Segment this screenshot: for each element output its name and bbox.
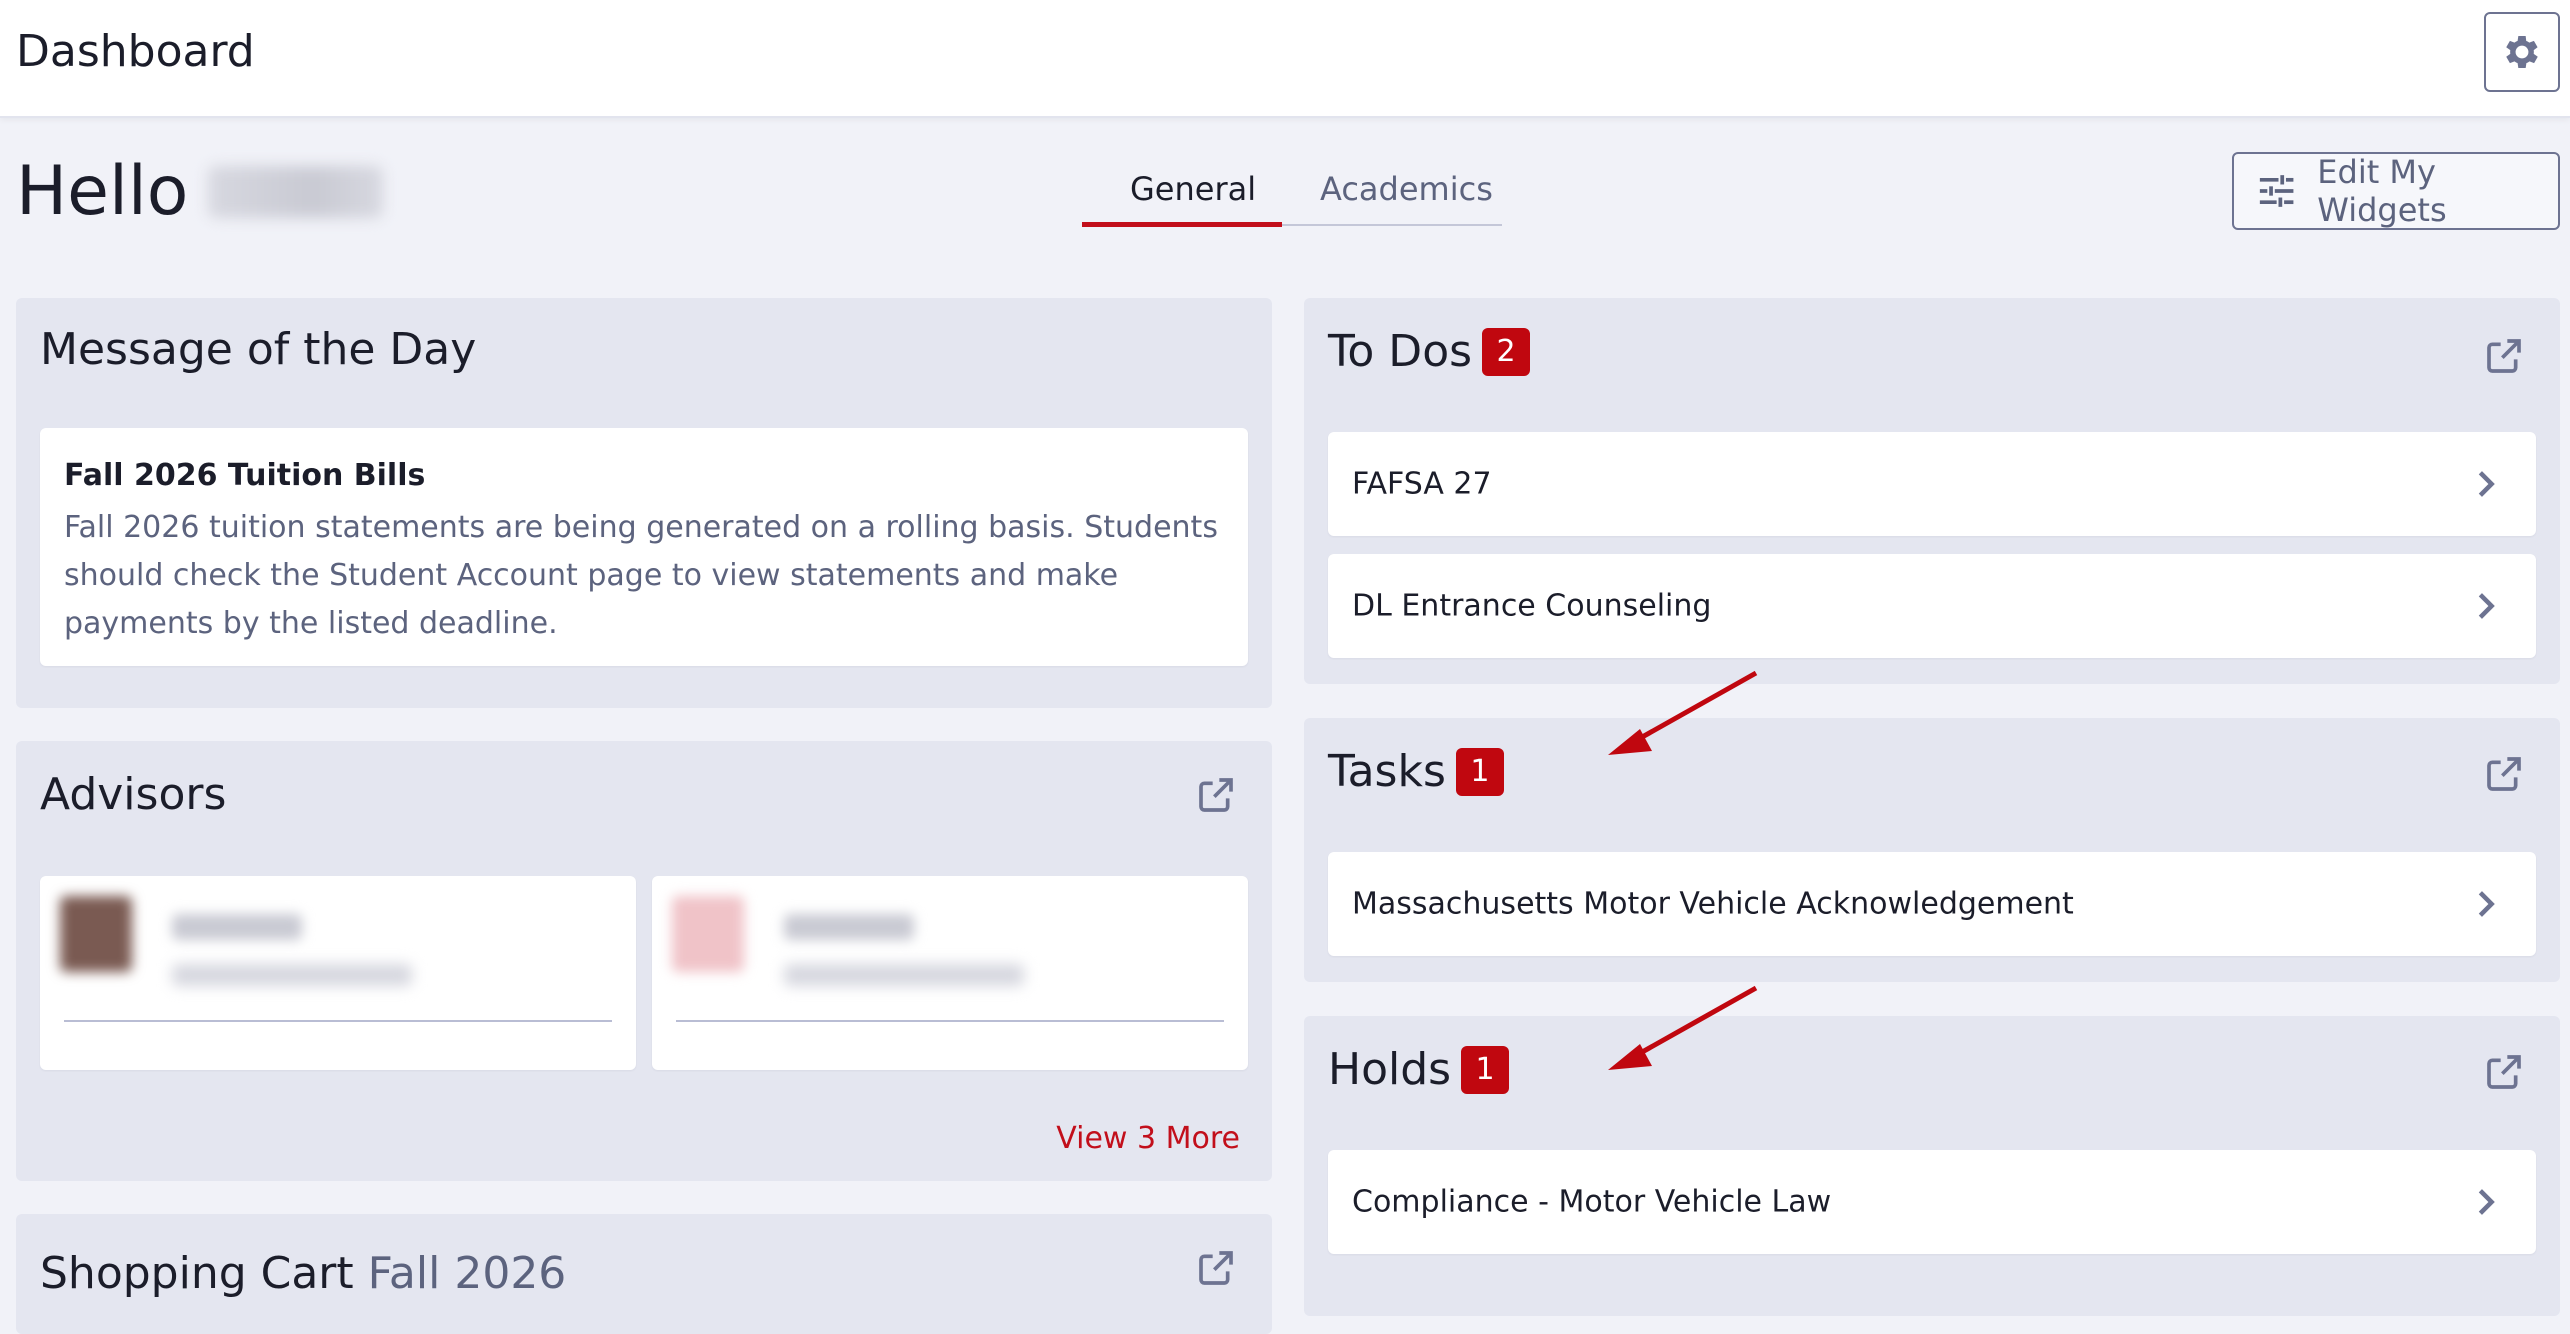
advisor-avatar	[60, 896, 132, 972]
tasks-heading: Tasks 1	[1328, 746, 1504, 797]
shopping-cart-term: Fall 2026	[367, 1248, 567, 1299]
view-more-advisors-link[interactable]: View 3 More	[1056, 1121, 1240, 1156]
advisor-role-redacted	[784, 964, 1024, 986]
tasks-panel: Tasks 1 Massachusetts Motor Vehicle Ackn…	[1304, 718, 2560, 982]
top-header: Dashboard	[0, 0, 2570, 118]
greeting-hello: Hello	[16, 152, 189, 231]
todos-heading: To Dos 2	[1328, 326, 1531, 377]
advisors-panel: Advisors View 3 More	[16, 741, 1272, 1181]
holds-heading: Holds 1	[1328, 1044, 1510, 1095]
annotation-arrow	[1608, 670, 1758, 755]
gear-icon	[2506, 36, 2538, 68]
tasks-count-badge: 1	[1455, 747, 1504, 796]
holds-count-badge: 1	[1461, 1045, 1510, 1094]
motd-item-body: Fall 2026 tuition statements are being g…	[64, 510, 1218, 641]
advisor-role-redacted	[172, 964, 412, 986]
page-title: Dashboard	[16, 26, 255, 77]
settings-button[interactable]	[2484, 12, 2560, 92]
todo-item[interactable]: FAFSA 27	[1328, 432, 2536, 536]
todos-panel: To Dos 2 FAFSA 27 DL Entrance Counseling	[1304, 298, 2560, 684]
shopping-cart-heading: Shopping Cart Fall 2026	[40, 1248, 566, 1299]
external-link-icon[interactable]	[1196, 775, 1236, 815]
tab-academics[interactable]: Academics	[1320, 170, 1493, 208]
edit-widgets-button[interactable]: Edit My Widgets	[2232, 152, 2560, 230]
advisor-divider	[64, 1020, 612, 1022]
todo-item-label: FAFSA 27	[1352, 466, 1492, 502]
advisor-name-redacted	[784, 914, 914, 940]
sliders-icon	[2259, 175, 2294, 207]
advisor-card[interactable]	[652, 876, 1248, 1070]
external-link-icon[interactable]	[2484, 754, 2524, 794]
tasks-heading-text: Tasks	[1328, 746, 1446, 797]
hold-item-label: Compliance - Motor Vehicle Law	[1352, 1184, 1832, 1220]
annotation-arrow	[1608, 985, 1758, 1070]
motd-heading-text: Message of the Day	[40, 324, 477, 375]
todos-heading-text: To Dos	[1328, 326, 1473, 377]
motd-heading: Message of the Day	[40, 324, 476, 375]
motd-card: Fall 2026 Tuition Bills Fall 2026 tuitio…	[40, 428, 1248, 666]
external-link-icon[interactable]	[1196, 1248, 1236, 1288]
active-tab-indicator	[1082, 222, 1282, 227]
external-link-icon[interactable]	[2484, 1052, 2524, 1092]
message-of-the-day-panel: Message of the Day Fall 2026 Tuition Bil…	[16, 298, 1272, 708]
shopping-cart-panel: Shopping Cart Fall 2026	[16, 1214, 1272, 1334]
greeting: Hello	[16, 152, 384, 231]
chevron-right-icon	[2478, 593, 2495, 619]
dashboard-tabs: General Academics	[1082, 150, 1502, 227]
advisor-avatar	[672, 896, 744, 972]
advisors-heading-text: Advisors	[40, 769, 227, 820]
shopping-cart-heading-text: Shopping Cart	[40, 1248, 354, 1299]
edit-widgets-label: Edit My Widgets	[2317, 153, 2447, 229]
todo-item-label: DL Entrance Counseling	[1352, 588, 1712, 624]
chevron-right-icon	[2478, 891, 2495, 917]
advisor-divider	[676, 1020, 1224, 1022]
external-link-icon[interactable]	[2484, 336, 2524, 376]
task-item[interactable]: Massachusetts Motor Vehicle Acknowledgem…	[1328, 852, 2536, 956]
hold-item[interactable]: Compliance - Motor Vehicle Law	[1328, 1150, 2536, 1254]
user-name-redacted	[208, 166, 384, 218]
advisor-name-redacted	[172, 914, 302, 940]
chevron-right-icon	[2478, 471, 2495, 497]
task-item-label: Massachusetts Motor Vehicle Acknowledgem…	[1352, 886, 2074, 922]
holds-panel: Holds 1 Compliance - Motor Vehicle Law	[1304, 1016, 2560, 1316]
motd-item-title: Fall 2026 Tuition Bills	[64, 458, 426, 493]
chevron-right-icon	[2478, 1189, 2495, 1215]
holds-heading-text: Holds	[1328, 1044, 1452, 1095]
todo-item[interactable]: DL Entrance Counseling	[1328, 554, 2536, 658]
advisor-card[interactable]	[40, 876, 636, 1070]
todos-count-badge: 2	[1482, 327, 1531, 376]
tab-general[interactable]: General	[1130, 170, 1256, 208]
advisors-heading: Advisors	[40, 769, 226, 820]
